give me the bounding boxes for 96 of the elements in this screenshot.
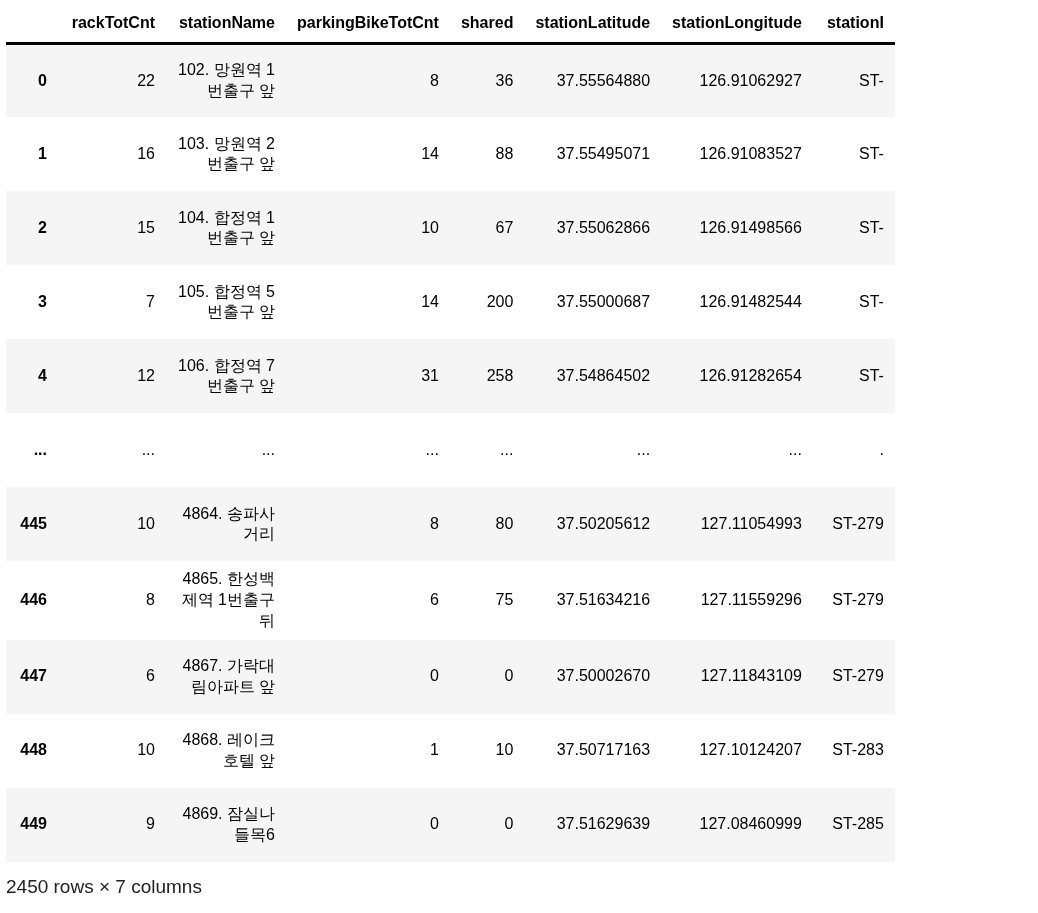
table-cell: ... [141,440,155,458]
column-header: rackTotCnt [71,14,155,31]
table-cell: 37.55495071 [556,144,651,162]
column-header: shared [460,14,514,31]
row-index: 448 [20,741,47,759]
table-cell: 37.51629639 [556,815,651,833]
table-cell: 8 [146,591,155,609]
table-cell: 9 [146,815,155,833]
table-cell: ST-279 [832,667,884,685]
table-cell: ST-285 [832,815,884,833]
table-cell: ST- [858,366,884,384]
table-cell: 6 [146,667,155,685]
table-cell: 106. 합정역 7번출구 앞 [178,356,275,395]
table-cell: 1 [430,741,439,759]
column-header: stationI [826,14,884,31]
table-cell: 12 [137,366,155,384]
row-index: 1 [38,144,47,162]
table-cell: 127.11843109 [700,667,802,685]
table-cell: 37.55564880 [556,71,651,89]
row-index: 447 [20,667,47,685]
table-summary: 2450 rows × 7 columns [6,875,203,898]
row-index: 445 [20,514,47,532]
table-cell: ST- [858,71,884,89]
table-cell: 126.91498566 [699,218,802,236]
table-cell: 126.91282654 [699,366,802,384]
table-cell: 0 [430,667,439,685]
table-cell: 102. 망원역 1번출구 앞 [178,61,275,100]
table-cell: 126.91083527 [699,144,802,162]
table-cell: 0 [504,815,514,833]
table-cell: . [879,440,884,458]
table-cell: 4867. 가락대림아파트 앞 [182,656,275,695]
table-cell: 80 [495,514,514,532]
table-cell: 14 [421,292,439,310]
table-cell: 10 [421,218,439,236]
table-cell: 4869. 잠실나들목6 [182,804,275,843]
table-cell: 4865. 한성백제역 1번출구 뒤 [181,570,275,629]
table-cell: 22 [137,71,155,89]
row-index: 446 [20,591,47,609]
column-header: parkingBikeTotCnt [297,14,439,31]
table-cell: ST- [858,218,884,236]
table-cell: 103. 망원역 2번출구 앞 [178,134,275,173]
table-cell: 10 [495,741,514,759]
table-cell: ... [425,440,439,458]
table-cell: ... [261,440,275,458]
table-cell: 104. 합정역 1번출구 앞 [178,208,275,247]
table-cell: 126.91062927 [699,71,802,89]
table-cell: ... [636,440,651,458]
table-cell: 75 [495,591,514,609]
row-index: 449 [20,815,47,833]
table-cell: 127.11559296 [700,591,802,609]
table-cell: ... [788,440,802,458]
table-cell: 126.91482544 [699,292,802,310]
table-cell: 0 [430,815,439,833]
column-header: stationLongitude [672,14,802,31]
table-cell: ST-279 [832,514,884,532]
table-cell: ST-283 [832,741,884,759]
table-cell: 4868. 레이크호텔 앞 [182,730,275,769]
table-cell: 200 [486,292,514,310]
table-cell: 88 [495,144,514,162]
table-cell: 67 [495,218,514,236]
table-cell: 37.54864502 [556,366,651,384]
table-cell: 37.55062866 [556,218,651,236]
row-index: 3 [38,292,47,310]
table-cell: 16 [137,144,155,162]
table-cell: 10 [137,741,155,759]
table-cell: ... [500,440,514,458]
row-index: 4 [38,366,47,384]
table-cell: 6 [430,591,439,609]
table-cell: 127.08460999 [699,815,802,833]
table-cell: 7 [146,292,155,310]
table-cell: ST- [858,292,884,310]
row-index: 2 [38,218,47,236]
table-cell: 127.11054993 [700,514,802,532]
table-cell: 37.50002670 [556,667,651,685]
row-index: ... [33,440,47,458]
table-cell: ST- [858,144,884,162]
table-cell: 8 [430,514,439,532]
table-cell: 10 [137,514,155,532]
table-cell: 4864. 송파사거리 [182,504,275,543]
table-cell: 258 [486,366,514,384]
table-cell: ST-279 [832,591,884,609]
table-cell: 14 [421,144,439,162]
row-index: 0 [38,71,47,89]
table-cell: 15 [137,218,155,236]
table-cell: 37.55000687 [556,292,651,310]
table-cell: 8 [430,71,439,89]
table-cell: 0 [504,667,514,685]
table-cell: 37.50717163 [556,741,651,759]
table-cell: 37.51634216 [556,591,651,609]
table-cell: 37.50205612 [556,514,651,532]
column-header: stationName [178,14,275,31]
table-cell: 36 [495,71,514,89]
column-header: stationLatitude [535,14,651,31]
table-cell: 31 [421,366,439,384]
table-cell: 105. 합정역 5번출구 앞 [178,282,275,321]
table-cell: 127.10124207 [699,741,802,759]
